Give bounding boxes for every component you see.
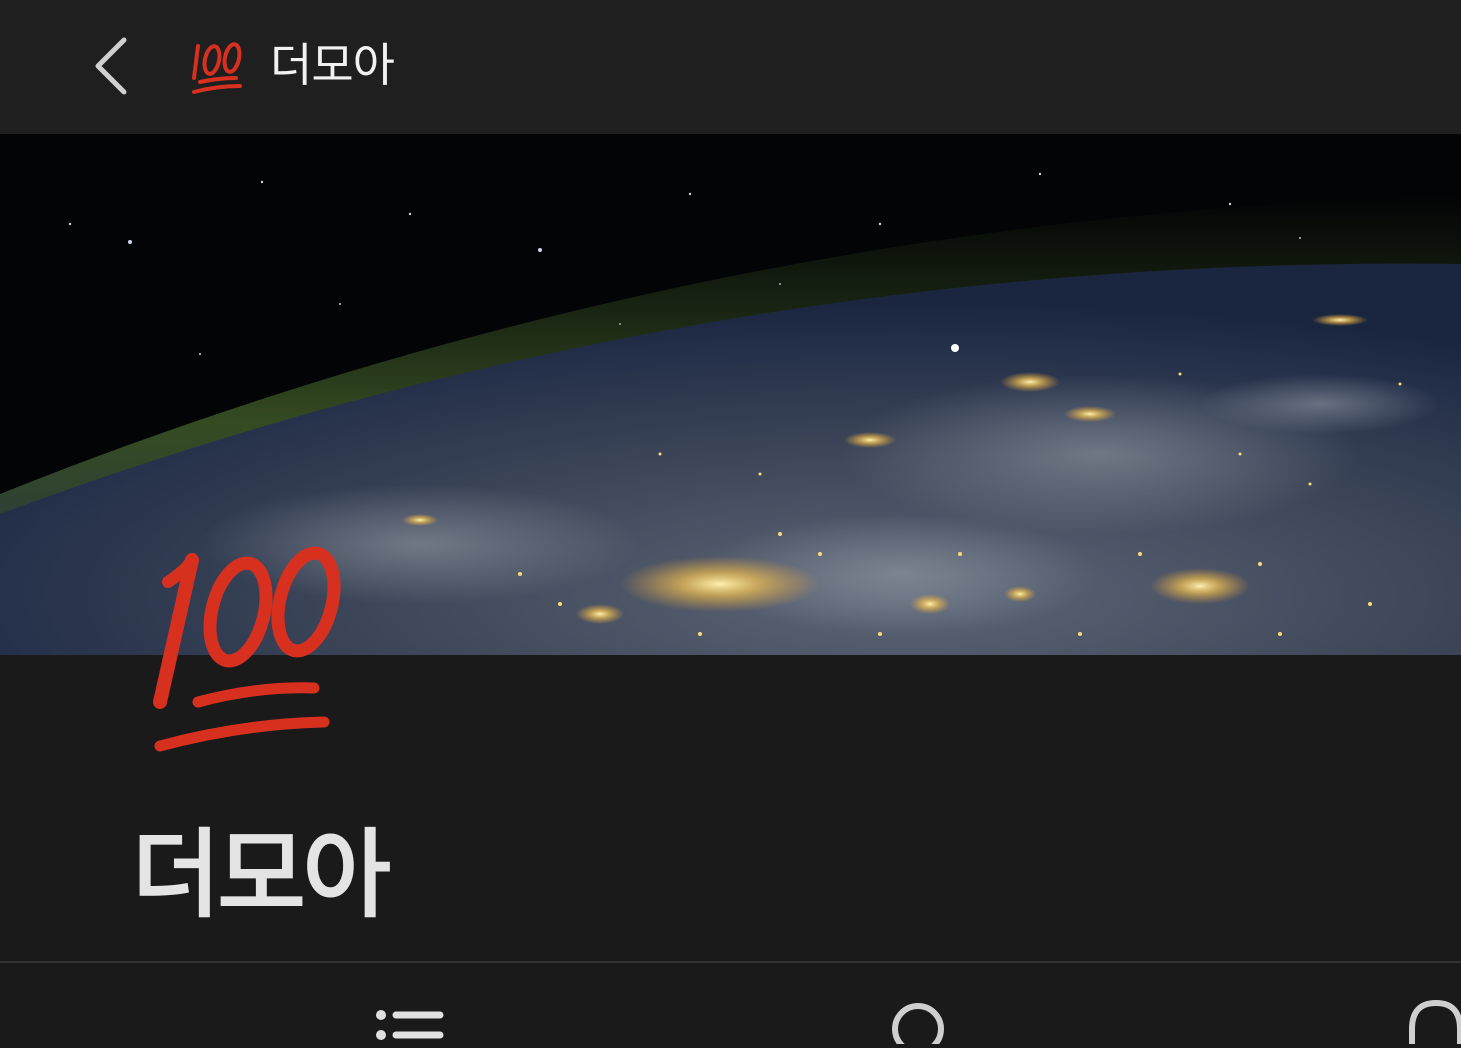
- nav-list-button[interactable]: [360, 963, 460, 1044]
- bottom-nav: [0, 963, 1461, 1048]
- chevron-left-icon: [95, 37, 127, 95]
- hundred-points-icon: [188, 36, 248, 98]
- back-button[interactable]: [78, 28, 148, 104]
- page-title: 더모아: [132, 819, 391, 931]
- header-title: 더모아: [270, 38, 395, 92]
- search-icon: [892, 1003, 944, 1048]
- top-bar: 더모아: [0, 0, 1461, 134]
- bell-icon: [1409, 999, 1461, 1044]
- hundred-points-icon: [146, 540, 358, 760]
- list-icon: [376, 1010, 444, 1040]
- nav-search-button[interactable]: [870, 963, 970, 1048]
- nav-notifications-button[interactable]: [1396, 963, 1461, 1044]
